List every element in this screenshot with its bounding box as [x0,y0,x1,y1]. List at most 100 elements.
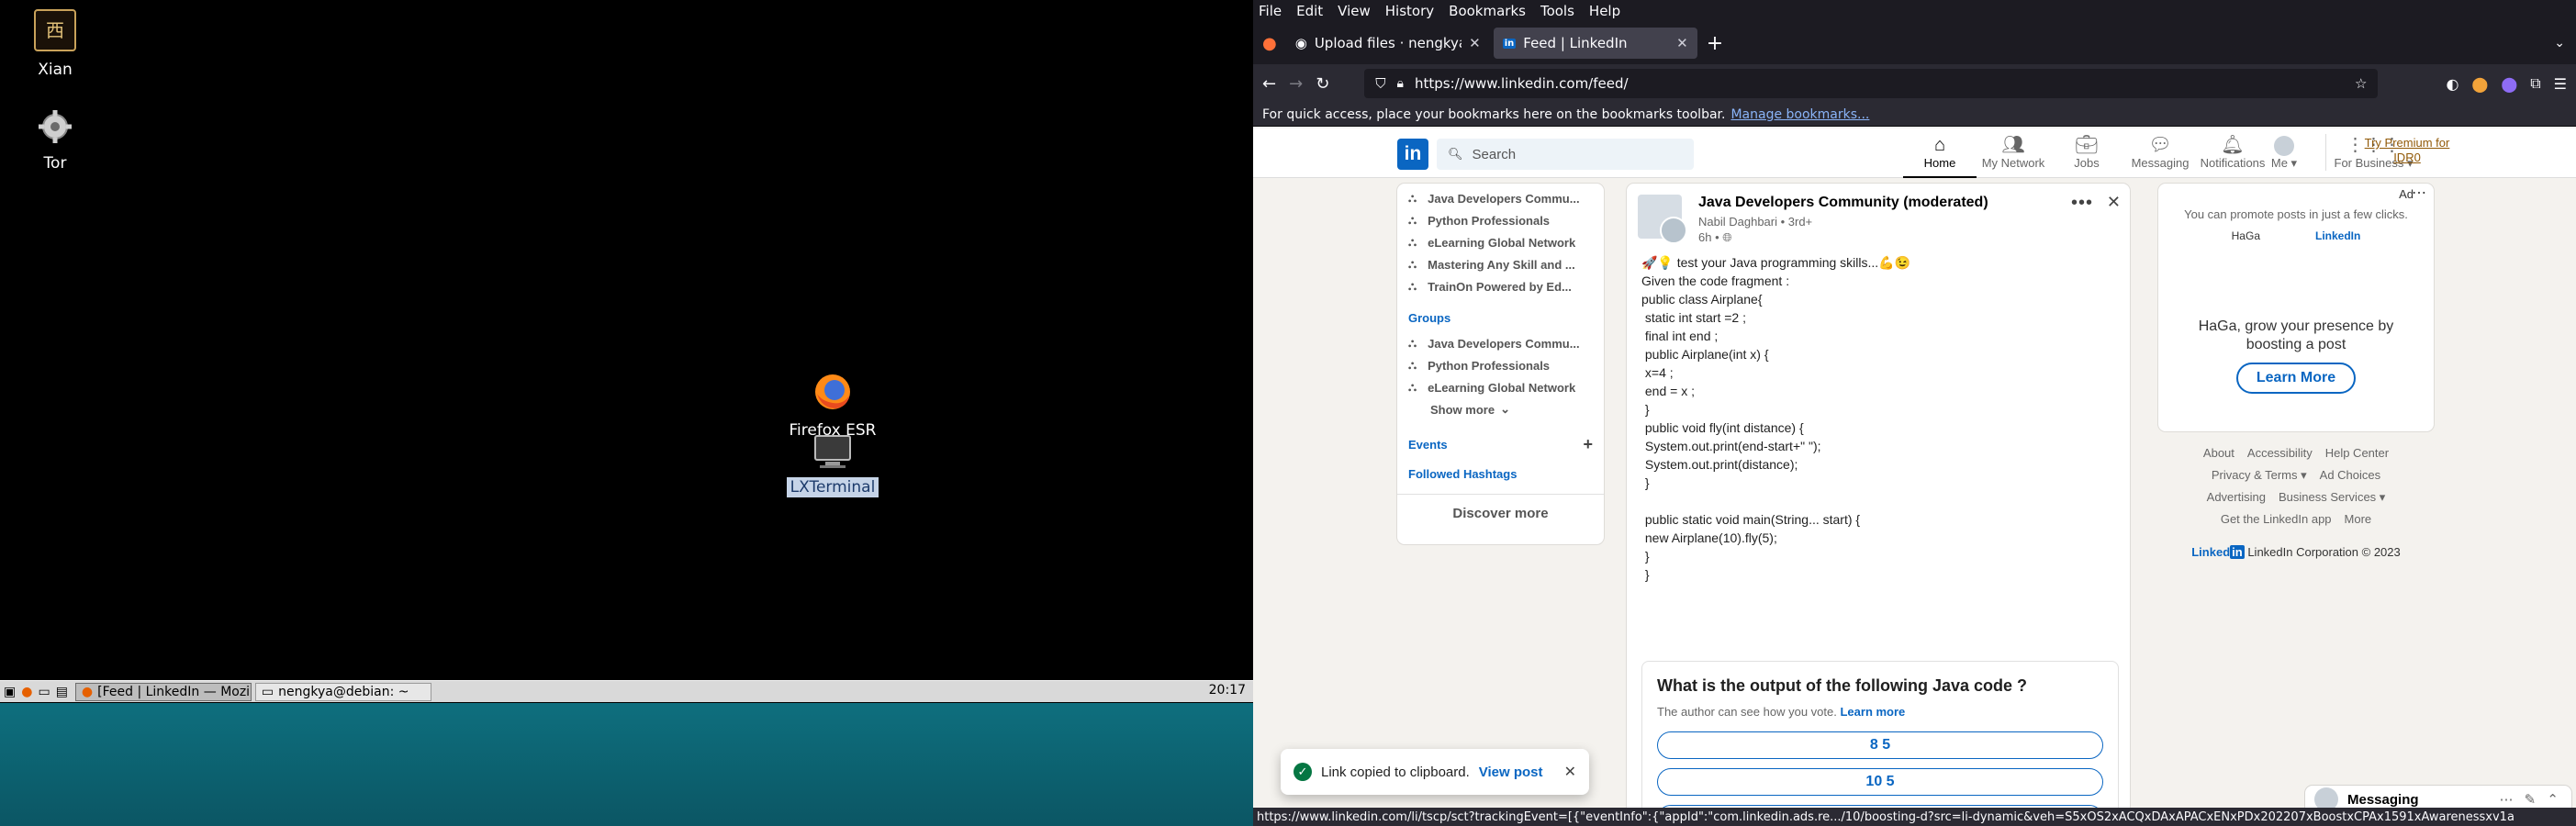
footer-link[interactable]: Get the LinkedIn app [2221,508,2332,530]
post-group-title[interactable]: Java Developers Community (moderated) [1698,195,1988,211]
messaging-bar[interactable]: Messaging ⋯ ✎ ⌃ [2305,786,2571,808]
manage-bookmarks-link[interactable]: Manage bookmarks... [1730,107,1869,122]
learn-more-button[interactable]: Learn More [2236,363,2356,394]
footer-link[interactable]: Accessibility [2247,442,2313,464]
sidebar-item-group[interactable]: ⛬ eLearning Global Network [1397,376,1604,398]
linkedin-logo-icon[interactable]: in [1397,139,1428,170]
sidebar-item-recent[interactable]: ⛬ Python Professionals [1397,209,1604,231]
desktop-icon-xian[interactable]: 西 Xian [0,9,110,80]
learn-more-link[interactable]: Learn more [1840,705,1905,719]
desktop-icon-firefox[interactable]: Firefox ESR [778,372,888,441]
tor-extension-icon[interactable]: ⬤ [2501,75,2517,93]
groups-heading[interactable]: Groups [1397,303,1604,332]
menu-help[interactable]: Help [1589,3,1620,19]
nav-messaging[interactable]: 💬︎ Messaging [2123,134,2197,170]
nav-me[interactable]: Me ▾ [2257,134,2312,171]
post-author[interactable]: Nabil Daghbari • 3rd+ [1698,215,1812,229]
taskbar-item-firefox[interactable]: ● [Feed | LinkedIn — Mozil... [74,682,252,701]
url-text[interactable]: https://www.linkedin.com/feed/ [1415,75,2344,92]
firefox-window: File Edit View History Bookmarks Tools H… [1253,0,2576,826]
firefox-launcher-icon[interactable]: ● [21,685,32,699]
sidebar-item-recent[interactable]: ⛬ Mastering Any Skill and ... [1397,253,1604,275]
desktop-icon-tor[interactable]: Tor [0,108,110,173]
tab-linkedin-feed[interactable]: in Feed | LinkedIn ✕ [1493,28,1697,59]
menu-bookmarks[interactable]: Bookmarks [1449,3,1526,19]
taskbar-item-terminal[interactable]: ▭ nengkya@debian: ~ [254,682,431,701]
sidebar-item-recent[interactable]: ⛬ Java Developers Commu... [1397,187,1604,209]
messaging-tools-icon[interactable]: ⋯ ✎ ⌃ [2500,791,2562,808]
poll-note: The author can see how you vote. Learn m… [1657,705,2103,719]
files-launcher-icon[interactable]: ▤ [56,685,68,699]
close-icon[interactable]: ✕ [1676,35,1688,51]
shield-icon[interactable]: ⛉ [1375,75,1385,92]
nav-label: Home [1923,156,1956,170]
hamburger-menu-icon[interactable]: ☰ [2554,75,2567,93]
brave-extension-icon[interactable]: ⬤ [2471,75,2488,93]
gear-icon [39,110,72,143]
tab-github-upload[interactable]: ◉ Upload files · nengkya/j... ✕ [1286,28,1490,59]
show-more-button[interactable]: Show more ⌄ [1397,398,1604,420]
poll-option[interactable]: 8 5 [1657,731,2103,759]
followed-hashtags-link[interactable]: Followed Hashtags [1397,459,1604,488]
more-options-icon[interactable]: ⋯ [2412,184,2426,202]
discover-more-button[interactable]: Discover more [1397,494,1604,532]
firefox-view-icon[interactable]: ● [1262,34,1277,53]
terminal-launcher-icon[interactable]: ▭ [38,685,50,699]
events-label: Events [1408,437,1448,452]
avatar [2257,134,2312,156]
menu-edit[interactable]: Edit [1296,3,1323,19]
footer-link[interactable]: Advertising [2207,486,2266,508]
bookmark-star-icon[interactable]: ☆ [2355,75,2367,92]
sidebar-item-recent[interactable]: ⛬ TrainOn Powered by Ed... [1397,275,1604,297]
nav-my-network[interactable]: 👥︎ My Network [1977,134,2050,170]
nav-jobs[interactable]: 💼︎ Jobs [2050,134,2123,170]
new-tab-icon[interactable]: + [1707,32,1723,55]
sidebar-item-group[interactable]: ⛬ Java Developers Commu... [1397,332,1604,354]
url-bar[interactable]: ⛉ 🔒︎ https://www.linkedin.com/feed/ ☆ [1364,69,2379,98]
menu-file[interactable]: File [1259,3,1282,19]
poll-question: What is the output of the following Java… [1657,676,2027,695]
poll-note-text: The author can see how you vote. [1657,705,1837,719]
footer-link[interactable]: Help Center [2325,442,2389,464]
footer-link[interactable]: Ad Choices [2320,464,2380,486]
back-icon[interactable]: ← [1262,74,1276,94]
extensions-icon[interactable]: ⧉ [2530,74,2540,93]
poll: What is the output of the following Java… [1641,661,2119,808]
footer-link[interactable]: More [2345,508,2372,530]
group-avatar[interactable] [1638,195,1687,244]
footer-link[interactable]: About [2203,442,2234,464]
reload-icon[interactable]: ↻ [1316,74,1329,94]
forward-icon[interactable]: → [1289,74,1303,94]
bookmarks-toolbar: For quick access, place your bookmarks h… [1253,103,2576,127]
sidebar-item-recent[interactable]: ⛬ eLearning Global Network [1397,231,1604,253]
bookmarks-hint: For quick access, place your bookmarks h… [1262,106,1726,122]
list-tabs-icon[interactable]: ⌄ [2554,36,2565,50]
sidebar-item-group[interactable]: ⛬ Python Professionals [1397,354,1604,376]
show-desktop-icon[interactable]: ▣ [4,685,16,699]
footer-link[interactable]: Business Services ▾ [2279,486,2385,508]
lock-icon[interactable]: 🔒︎ [1397,76,1404,91]
linkedin-icon: in [1502,38,1517,49]
menu-view[interactable]: View [1338,3,1371,19]
close-icon[interactable]: ✕ [1469,35,1481,51]
search-icon: 🔍︎ [1448,147,1463,161]
events-heading[interactable]: Events + [1397,430,1604,459]
author-avatar[interactable] [1660,217,1687,244]
add-event-icon[interactable]: + [1583,435,1593,454]
try-premium-link[interactable]: Try Premium for IDR0 [2352,136,2462,165]
haga-logo: HaGa [2231,229,2260,242]
poll-option[interactable]: 10 5 [1657,768,2103,796]
more-options-icon[interactable]: ••• [2071,193,2093,214]
view-post-link[interactable]: View post [1479,765,1543,780]
desktop-icon-lxterminal[interactable]: LXTerminal [778,434,888,497]
menu-history[interactable]: History [1385,3,1434,19]
extension-icon[interactable]: ◐ [2446,75,2458,93]
linkedin-brand: Linked in [2191,545,2245,559]
search-input[interactable]: 🔍︎ Search [1437,139,1694,170]
close-icon[interactable]: ✕ [2107,193,2121,212]
close-icon[interactable]: ✕ [1564,763,1576,781]
menu-tools[interactable]: Tools [1540,3,1574,19]
nav-home[interactable]: ⌂ Home [1903,134,1977,178]
screen: 西 Xian Tor Firefox ESR LXTerminal ▣ ● ▭ … [0,0,2576,826]
footer-link[interactable]: Privacy & Terms ▾ [2212,464,2307,486]
